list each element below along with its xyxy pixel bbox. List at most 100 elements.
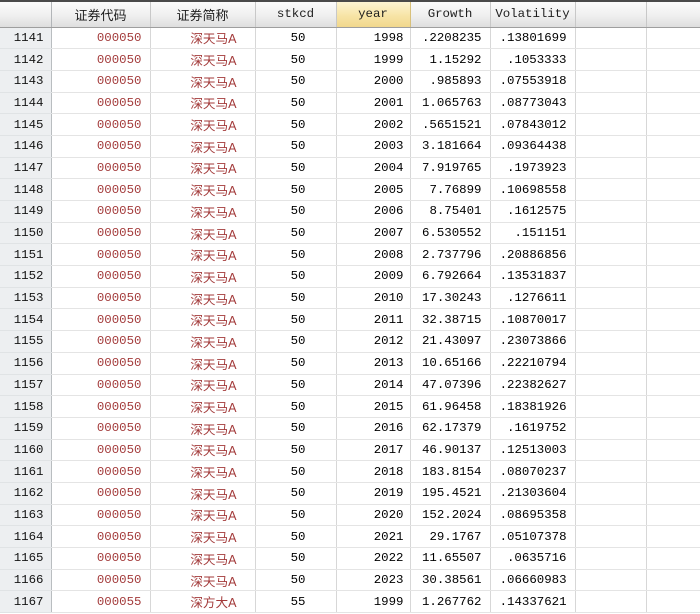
cell-volatility[interactable]: .07843012 — [490, 113, 576, 136]
cell-year[interactable]: 2001 — [336, 92, 411, 115]
cell-empty[interactable] — [575, 395, 647, 418]
cell-year[interactable]: 2000 — [336, 70, 411, 93]
cell-stkcd[interactable]: 50 — [255, 48, 337, 71]
cell-year[interactable]: 2005 — [336, 178, 411, 201]
cell-stkcd[interactable]: 50 — [255, 157, 337, 180]
cell-volatility[interactable]: .22210794 — [490, 352, 576, 375]
cell-empty[interactable] — [646, 48, 700, 71]
cell-stkcd[interactable]: 50 — [255, 547, 337, 570]
cell-empty[interactable] — [646, 70, 700, 93]
row-number[interactable]: 1164 — [0, 525, 52, 548]
cell-empty[interactable] — [575, 287, 647, 310]
cell-empty[interactable] — [646, 569, 700, 592]
cell-security-code[interactable]: 000050 — [51, 287, 151, 310]
cell-security-name[interactable]: 深天马A — [150, 569, 256, 592]
cell-security-code[interactable]: 000050 — [51, 113, 151, 136]
cell-empty[interactable] — [575, 200, 647, 223]
cell-year[interactable]: 2011 — [336, 308, 411, 332]
cell-year[interactable]: 2009 — [336, 265, 411, 288]
cell-year[interactable]: 2007 — [336, 222, 411, 245]
cell-stkcd[interactable]: 50 — [255, 287, 337, 310]
cell-year[interactable]: 1999 — [336, 48, 411, 71]
cell-security-code[interactable]: 000050 — [51, 70, 151, 93]
cell-volatility[interactable]: .06660983 — [490, 569, 576, 592]
cell-growth[interactable]: .985893 — [410, 70, 491, 93]
cell-year[interactable]: 2022 — [336, 547, 411, 570]
cell-empty[interactable] — [646, 92, 700, 115]
cell-volatility[interactable]: .23073866 — [490, 330, 576, 353]
column-header-growth[interactable]: Growth — [410, 2, 491, 28]
cell-empty[interactable] — [575, 48, 647, 71]
cell-empty[interactable] — [575, 70, 647, 93]
cell-empty[interactable] — [575, 308, 647, 332]
cell-growth[interactable]: 3.181664 — [410, 135, 491, 158]
cell-empty[interactable] — [575, 135, 647, 158]
cell-growth[interactable]: 11.65507 — [410, 547, 491, 570]
cell-growth[interactable]: 183.8154 — [410, 460, 491, 483]
cell-security-code[interactable]: 000050 — [51, 222, 151, 245]
cell-stkcd[interactable]: 50 — [255, 417, 337, 440]
cell-empty[interactable] — [575, 590, 647, 614]
cell-security-code[interactable]: 000050 — [51, 178, 151, 201]
cell-volatility[interactable]: .20886856 — [490, 243, 576, 267]
cell-security-name[interactable]: 深天马A — [150, 352, 256, 375]
cell-empty[interactable] — [575, 92, 647, 115]
row-number[interactable]: 1149 — [0, 200, 52, 223]
cell-security-name[interactable]: 深天马A — [150, 70, 256, 93]
cell-stkcd[interactable]: 55 — [255, 590, 337, 614]
cell-empty[interactable] — [646, 395, 700, 418]
cell-empty[interactable] — [575, 27, 647, 50]
cell-stkcd[interactable]: 50 — [255, 330, 337, 353]
cell-security-name[interactable]: 深天马A — [150, 460, 256, 483]
cell-stkcd[interactable]: 50 — [255, 243, 337, 267]
cell-year[interactable]: 2006 — [336, 200, 411, 223]
cell-year[interactable]: 2016 — [336, 417, 411, 440]
row-number[interactable]: 1157 — [0, 374, 52, 397]
cell-empty[interactable] — [575, 178, 647, 201]
cell-year[interactable]: 2015 — [336, 395, 411, 418]
cell-growth[interactable]: 47.07396 — [410, 374, 491, 397]
cell-year[interactable]: 2004 — [336, 157, 411, 180]
cell-security-code[interactable]: 000050 — [51, 135, 151, 158]
cell-year[interactable]: 2014 — [336, 374, 411, 397]
cell-empty[interactable] — [646, 352, 700, 375]
cell-security-name[interactable]: 深天马A — [150, 92, 256, 115]
cell-security-name[interactable]: 深天马A — [150, 265, 256, 288]
cell-stkcd[interactable]: 50 — [255, 222, 337, 245]
cell-stkcd[interactable]: 50 — [255, 27, 337, 50]
cell-empty[interactable] — [575, 243, 647, 267]
cell-year[interactable]: 1998 — [336, 27, 411, 50]
cell-empty[interactable] — [646, 547, 700, 570]
cell-growth[interactable]: 2.737796 — [410, 243, 491, 267]
cell-volatility[interactable]: .08773043 — [490, 92, 576, 115]
cell-empty[interactable] — [646, 157, 700, 180]
cell-security-code[interactable]: 000050 — [51, 395, 151, 418]
cell-security-code[interactable]: 000050 — [51, 27, 151, 50]
cell-stkcd[interactable]: 50 — [255, 308, 337, 332]
cell-empty[interactable] — [575, 569, 647, 592]
row-number[interactable]: 1154 — [0, 308, 52, 332]
cell-year[interactable]: 2008 — [336, 243, 411, 267]
cell-security-code[interactable]: 000050 — [51, 569, 151, 592]
cell-volatility[interactable]: .1973923 — [490, 157, 576, 180]
cell-volatility[interactable]: .10870017 — [490, 308, 576, 332]
cell-year[interactable]: 2023 — [336, 569, 411, 592]
cell-year[interactable]: 2012 — [336, 330, 411, 353]
cell-empty[interactable] — [646, 439, 700, 462]
cell-security-name[interactable]: 深天马A — [150, 374, 256, 397]
cell-volatility[interactable]: .22382627 — [490, 374, 576, 397]
cell-empty[interactable] — [575, 439, 647, 462]
cell-security-code[interactable]: 000050 — [51, 92, 151, 115]
cell-growth[interactable]: 8.75401 — [410, 200, 491, 223]
cell-empty[interactable] — [575, 157, 647, 180]
cell-volatility[interactable]: .08695358 — [490, 504, 576, 527]
cell-security-code[interactable]: 000050 — [51, 547, 151, 570]
cell-security-code[interactable]: 000055 — [51, 590, 151, 614]
cell-growth[interactable]: 29.1767 — [410, 525, 491, 548]
row-number[interactable]: 1166 — [0, 569, 52, 592]
cell-empty[interactable] — [646, 243, 700, 267]
cell-year[interactable]: 2021 — [336, 525, 411, 548]
cell-growth[interactable]: 10.65166 — [410, 352, 491, 375]
cell-security-name[interactable]: 深天马A — [150, 308, 256, 332]
column-header-security-name[interactable]: 证券简称 — [150, 2, 256, 28]
